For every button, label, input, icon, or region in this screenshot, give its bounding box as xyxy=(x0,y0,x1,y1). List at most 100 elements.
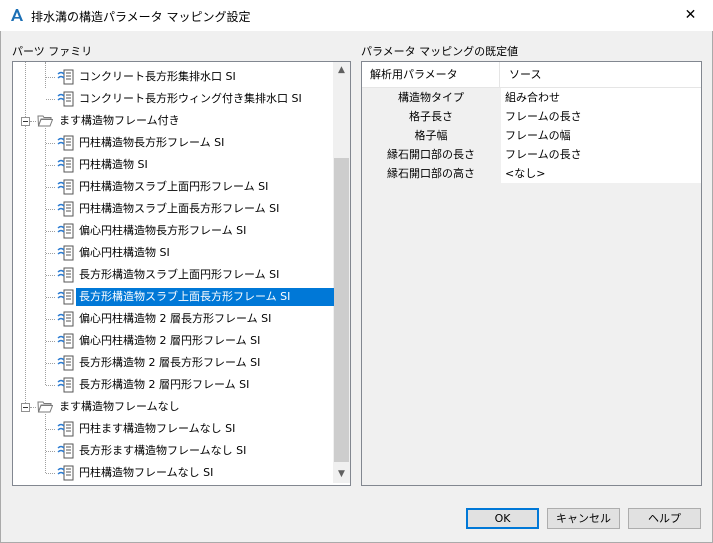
tree-part-node[interactable]: 円柱ます構造物フレームなし SI xyxy=(13,418,333,440)
tree-part-node[interactable]: 偏心円柱構造物 2 層長方形フレーム SI xyxy=(13,308,333,330)
tree-part-node[interactable]: 円柱構造物フレームなし SI xyxy=(13,462,333,484)
source-cell[interactable]: <なし> xyxy=(501,164,701,183)
tree-node-label: コンクリート長方形ウィング付き集排水口 SI xyxy=(79,92,302,105)
tree-branch-line xyxy=(46,385,55,386)
tree-node-label: 長方形構造物 2 層長方形フレーム SI xyxy=(79,356,261,369)
scroll-up-arrow[interactable]: ▲ xyxy=(333,62,350,79)
tree-part-node[interactable]: 長方形構造物 2 層円形フレーム SI xyxy=(13,374,333,396)
tree-part-node[interactable]: 長方形構造物スラブ上面円形フレーム SI xyxy=(13,264,333,286)
structure-part-icon xyxy=(57,289,74,305)
structure-part-icon xyxy=(57,421,74,437)
tree-branch-line xyxy=(46,297,55,298)
ok-button[interactable]: OK xyxy=(466,508,539,529)
tree-part-node[interactable]: 円柱構造物スラブ上面円形フレーム SI xyxy=(13,176,333,198)
tree-part-node[interactable]: 偏心円柱構造物 SI xyxy=(13,242,333,264)
tree-part-node[interactable]: コンクリート長方形集排水口 SI xyxy=(13,66,333,88)
tree-branch-line xyxy=(46,99,55,100)
mapping-defaults-label: パラメータ マッピングの既定値 xyxy=(361,45,519,58)
tree-node-label: 円柱ます構造物フレームなし SI xyxy=(79,422,236,435)
tree-branch-line xyxy=(46,319,55,320)
analysis-param-cell: 縁石開口部の高さ xyxy=(387,167,475,180)
close-button[interactable]: ✕ xyxy=(668,0,713,31)
source-cell[interactable]: フレームの幅 xyxy=(501,126,701,145)
mapping-row[interactable]: 格子長さ フレームの長さ xyxy=(362,107,701,126)
tree-branch-line xyxy=(46,231,55,232)
tree-part-node[interactable]: 円柱構造物スラブ上面長方形フレーム SI xyxy=(13,198,333,220)
tree-node-label: ます構造物フレーム付き xyxy=(59,114,180,127)
title-bar: 排水溝の構造パラメータ マッピング設定 ✕ xyxy=(0,0,713,31)
tree-node-label: 円柱構造物長方形フレーム SI xyxy=(79,136,225,149)
tree-branch-line xyxy=(46,473,55,474)
scroll-thumb[interactable] xyxy=(334,158,349,462)
analysis-param-cell: 構造物タイプ xyxy=(398,91,464,104)
tree-branch-line xyxy=(46,341,55,342)
part-family-tree[interactable]: ▲ ▼ コンクリート長方形集排水口 SI コンクリート長方形ウィング付き集排水口 … xyxy=(12,61,351,486)
tree-node-label: 円柱構造物スラブ上面長方形フレーム SI xyxy=(79,202,280,215)
tree-node-label: 円柱構造物フレームなし SI xyxy=(79,466,214,479)
source-cell[interactable]: 組み合わせ xyxy=(501,88,701,107)
tree-node-label: 偏心円柱構造物 2 層円形フレーム SI xyxy=(79,334,261,347)
structure-part-icon xyxy=(57,179,74,195)
tree-node-label: 偏心円柱構造物長方形フレーム SI xyxy=(79,224,247,237)
tree-part-node[interactable]: 長方形ます構造物フレームなし SI xyxy=(13,440,333,462)
structure-part-icon xyxy=(57,377,74,393)
tree-folder-node[interactable]: ます構造物フレーム付き xyxy=(13,110,333,132)
tree-branch-line xyxy=(30,407,36,408)
tree-node-label: 円柱構造物スラブ上面円形フレーム SI xyxy=(79,180,269,193)
mapping-row[interactable]: 縁石開口部の高さ <なし> xyxy=(362,164,701,183)
tree-node-label: 長方形ます構造物フレームなし SI xyxy=(79,444,247,457)
tree-branch-line xyxy=(46,143,55,144)
folder-open-icon xyxy=(37,115,53,127)
tree-branch-line xyxy=(46,451,55,452)
tree-branch-line xyxy=(46,363,55,364)
autocad-civil-app-icon xyxy=(11,9,23,21)
structure-part-icon xyxy=(57,355,74,371)
tree-node-label: 円柱構造物 SI xyxy=(79,158,148,171)
tree-part-node[interactable]: コンクリート長方形ウィング付き集排水口 SI xyxy=(13,88,333,110)
collapse-toggle-icon[interactable] xyxy=(21,117,30,126)
tree-node-label: 偏心円柱構造物 SI xyxy=(79,246,170,259)
source-cell[interactable]: フレームの長さ xyxy=(501,145,701,164)
structure-part-icon xyxy=(57,245,74,261)
tree-node-label-selected: 長方形構造物スラブ上面長方形フレーム SI xyxy=(76,288,334,306)
mapping-row[interactable]: 縁石開口部の長さ フレームの長さ xyxy=(362,145,701,164)
structure-part-icon xyxy=(57,333,74,349)
tree-part-node[interactable]: 長方形構造物 2 層長方形フレーム SI xyxy=(13,352,333,374)
header-source[interactable]: ソース xyxy=(501,62,701,87)
folder-open-icon xyxy=(37,401,53,413)
tree-branch-line xyxy=(46,209,55,210)
grid-header: 解析用パラメータ ソース xyxy=(362,62,701,88)
tree-part-node[interactable]: 偏心円柱構造物 2 層円形フレーム SI xyxy=(13,330,333,352)
tree-node-label: 長方形構造物スラブ上面円形フレーム SI xyxy=(79,268,280,281)
structure-part-icon xyxy=(57,267,74,283)
tree-part-node[interactable]: 円柱構造物長方形フレーム SI xyxy=(13,132,333,154)
tree-node-label: コンクリート長方形集排水口 SI xyxy=(79,70,236,83)
tree-folder-node[interactable]: ます構造物フレームなし xyxy=(13,396,333,418)
tree-vertical-scrollbar[interactable]: ▲ ▼ xyxy=(333,62,350,483)
tree-part-node[interactable]: 円柱構造物 SI xyxy=(13,154,333,176)
help-button[interactable]: ヘルプ xyxy=(628,508,701,529)
tree-branch-line xyxy=(46,253,55,254)
structure-part-icon xyxy=(57,91,74,107)
tree-branch-line xyxy=(46,187,55,188)
structure-part-icon xyxy=(57,135,74,151)
structure-part-icon xyxy=(57,201,74,217)
cancel-button[interactable]: キャンセル xyxy=(547,508,620,529)
mapping-row[interactable]: 格子幅 フレームの幅 xyxy=(362,126,701,145)
header-analysis-param[interactable]: 解析用パラメータ xyxy=(362,62,500,87)
collapse-toggle-icon[interactable] xyxy=(21,403,30,412)
tree-branch-line xyxy=(46,77,55,78)
part-family-label: パーツ ファミリ xyxy=(12,45,93,58)
tree-part-node[interactable]: 長方形構造物スラブ上面長方形フレーム SI xyxy=(13,286,334,308)
analysis-param-cell: 格子長さ xyxy=(409,110,453,123)
tree-node-label: 長方形構造物 2 層円形フレーム SI xyxy=(79,378,250,391)
parameter-mapping-grid: 解析用パラメータ ソース 構造物タイプ 組み合わせ 格子長さ フレームの長さ 格子幅 フレ… xyxy=(361,61,702,486)
tree-node-label: ます構造物フレームなし xyxy=(59,400,180,413)
analysis-param-cell: 格子幅 xyxy=(414,129,448,142)
structure-part-icon xyxy=(57,465,74,481)
tree-part-node[interactable]: 偏心円柱構造物長方形フレーム SI xyxy=(13,220,333,242)
mapping-row[interactable]: 構造物タイプ 組み合わせ xyxy=(362,88,701,107)
scroll-down-arrow[interactable]: ▼ xyxy=(333,466,350,483)
structure-part-icon xyxy=(57,69,74,85)
source-cell[interactable]: フレームの長さ xyxy=(501,107,701,126)
